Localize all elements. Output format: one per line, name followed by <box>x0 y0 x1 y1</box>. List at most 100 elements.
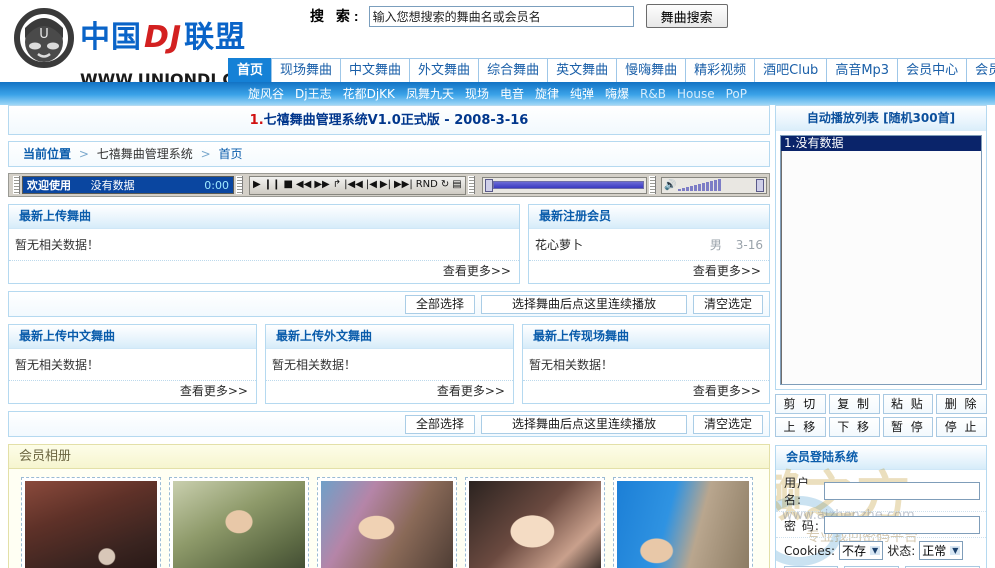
subnav-pop[interactable]: PoP <box>726 87 747 101</box>
breadcrumb-item-system[interactable]: 七禧舞曲管理系统 <box>97 147 193 161</box>
tab-huiyuanxiangce[interactable]: 会员相册 <box>966 58 995 82</box>
subnav-fengwujiutian[interactable]: 凤舞九天 <box>406 85 454 102</box>
select-all-button-top[interactable]: 全部选择 <box>405 295 475 314</box>
tab-shouye[interactable]: 首页 <box>228 58 272 82</box>
cut-button[interactable]: 剪 切 <box>775 394 826 414</box>
subnav-rnb[interactable]: R&B <box>640 87 666 101</box>
latest-live-more-link[interactable]: 查看更多>> <box>693 384 761 398</box>
player-display: 欢迎使用 没有数据 0:00 <box>22 176 234 194</box>
tab-yingwen[interactable]: 英文舞曲 <box>547 58 617 82</box>
player-track-title: 没有数据 <box>91 177 135 193</box>
panel-latest-live-empty: 暂无相关数据！ <box>523 349 769 381</box>
seek-track[interactable] <box>493 181 644 189</box>
last-track-icon[interactable]: ▶▶| <box>394 180 413 190</box>
tab-huiyuanzhongxin[interactable]: 会员中心 <box>897 58 967 82</box>
random-mode-icon[interactable]: RND <box>416 180 438 190</box>
system-title: 1.七禧舞曲管理系统V1.0正式版 - 2008-3-16 <box>8 105 770 135</box>
seek-knob[interactable] <box>485 179 493 192</box>
subnav-dianyin[interactable]: 电音 <box>500 85 524 102</box>
playlist-item[interactable]: 1.没有数据 <box>781 136 981 151</box>
member-row[interactable]: 花心萝卜 男 3-16 <box>535 236 763 253</box>
tab-zhongwen[interactable]: 中文舞曲 <box>340 58 410 82</box>
playlist-icon[interactable]: ▤ <box>452 180 461 190</box>
breadcrumb-item-home[interactable]: 首页 <box>218 147 242 161</box>
password-input[interactable] <box>824 516 980 534</box>
player-grip-icon[interactable] <box>13 176 20 194</box>
album-thumb-3[interactable] <box>317 477 457 568</box>
subnav-xuanlv[interactable]: 旋律 <box>535 85 559 102</box>
move-up-button[interactable]: 上 移 <box>775 417 826 437</box>
panel-latest-upload-empty: 暂无相关数据！ <box>9 229 519 261</box>
clear-selection-button-top[interactable]: 清空选定 <box>693 295 763 314</box>
play-selected-button-top[interactable]: 选择舞曲后点这里连续播放 <box>481 295 687 314</box>
album-thumb-1[interactable] <box>21 477 161 568</box>
volume-knob[interactable] <box>756 179 764 192</box>
album-photo-1 <box>25 481 157 568</box>
player-seek-slider[interactable] <box>482 177 647 194</box>
tab-gaoyinmp3[interactable]: 高音Mp3 <box>826 58 898 82</box>
fast-forward-icon[interactable]: ▶▶ <box>314 180 329 190</box>
subnav-djwangzhi[interactable]: Dj王志 <box>295 85 332 102</box>
player-grip2-icon[interactable] <box>236 176 243 194</box>
move-down-button[interactable]: 下 移 <box>829 417 880 437</box>
username-input[interactable] <box>824 482 980 500</box>
album-thumb-2[interactable] <box>169 477 309 568</box>
copy-button[interactable]: 复 制 <box>829 394 880 414</box>
tab-manhai[interactable]: 慢嗨舞曲 <box>616 58 686 82</box>
paste-button[interactable]: 粘 贴 <box>883 394 934 414</box>
latest-upload-more-link[interactable]: 查看更多>> <box>443 264 511 278</box>
latest-chinese-more-link[interactable]: 查看更多>> <box>180 384 248 398</box>
page-body: 1.七禧舞曲管理系统V1.0正式版 - 2008-3-16 当前位置 > 七禧舞… <box>0 105 995 568</box>
player-transport-controls: ▶ ❙❙ ■ ◀◀ ▶▶ ↱ |◀◀ |◀ ▶| ▶▶| RND ↻ ▤ <box>249 176 466 195</box>
panel-latest-live-title: 最新上传现场舞曲 <box>523 325 769 349</box>
stop-icon[interactable]: ■ <box>283 180 292 190</box>
subnav-haibao[interactable]: 嗨爆 <box>605 85 629 102</box>
pause-icon[interactable]: ❙❙ <box>264 180 281 190</box>
rewind-icon[interactable]: ◀◀ <box>296 180 311 190</box>
next-track-icon[interactable]: ▶| <box>380 180 391 190</box>
search-input[interactable] <box>369 6 634 27</box>
site-logo[interactable]: U 中国DJ联盟 WWW.UNIONDJ.CN <box>14 8 248 89</box>
tab-zonghe[interactable]: 综合舞曲 <box>478 58 548 82</box>
subnav-xuanfenggu[interactable]: 旋风谷 <box>248 85 284 102</box>
previous-track-icon[interactable]: |◀ <box>366 180 377 190</box>
svg-text:U: U <box>39 27 49 42</box>
panel-latest-live-footer: 查看更多>> <box>523 381 769 403</box>
player-grip3-icon[interactable] <box>468 176 475 194</box>
status-select[interactable]: 正常 ▼ <box>919 541 963 560</box>
player-grip4-icon[interactable] <box>649 176 656 194</box>
tab-jiubaclub[interactable]: 酒吧Club <box>754 58 827 82</box>
tab-shipin[interactable]: 精彩视频 <box>685 58 755 82</box>
shuffle-icon[interactable]: ↱ <box>333 180 341 190</box>
search-button[interactable]: 舞曲搜索 <box>646 4 728 28</box>
breadcrumb-sep-1: > <box>79 147 89 161</box>
pause-button[interactable]: 暂 停 <box>883 417 934 437</box>
volume-bars[interactable] <box>678 179 754 191</box>
cookies-select[interactable]: 不存 ▼ <box>839 541 883 560</box>
tab-waiwen[interactable]: 外文舞曲 <box>409 58 479 82</box>
repeat-icon[interactable]: ↻ <box>441 180 449 190</box>
subnav-chundan[interactable]: 纯弹 <box>570 85 594 102</box>
album-thumb-5[interactable] <box>613 477 753 568</box>
play-icon[interactable]: ▶ <box>253 180 261 190</box>
username-label: 用户名: <box>784 474 824 508</box>
album-thumb-4[interactable] <box>465 477 605 568</box>
select-all-button-bottom[interactable]: 全部选择 <box>405 415 475 434</box>
stop-button[interactable]: 停 止 <box>936 417 987 437</box>
subnav-house[interactable]: House <box>677 87 715 101</box>
autoplay-playlist-listbox[interactable]: 1.没有数据 <box>780 135 982 385</box>
panel-latest-member-body: 花心萝卜 男 3-16 <box>529 229 769 261</box>
tab-xianchang[interactable]: 现场舞曲 <box>271 58 341 82</box>
subnav-huadudjkk[interactable]: 花都DjKK <box>343 85 395 102</box>
first-track-icon[interactable]: |◀◀ <box>344 180 363 190</box>
panel-latest-upload-footer: 查看更多>> <box>9 261 519 283</box>
play-selected-button-bottom[interactable]: 选择舞曲后点这里连续播放 <box>481 415 687 434</box>
subnav-xianchang[interactable]: 现场 <box>465 85 489 102</box>
player-volume-slider[interactable]: 🔊 <box>661 177 767 194</box>
latest-member-more-link[interactable]: 查看更多>> <box>693 264 761 278</box>
latest-foreign-more-link[interactable]: 查看更多>> <box>437 384 505 398</box>
delete-button[interactable]: 删 除 <box>936 394 987 414</box>
member-name[interactable]: 花心萝卜 <box>535 236 583 253</box>
status-label: 状态: <box>887 542 915 559</box>
clear-selection-button-bottom[interactable]: 清空选定 <box>693 415 763 434</box>
